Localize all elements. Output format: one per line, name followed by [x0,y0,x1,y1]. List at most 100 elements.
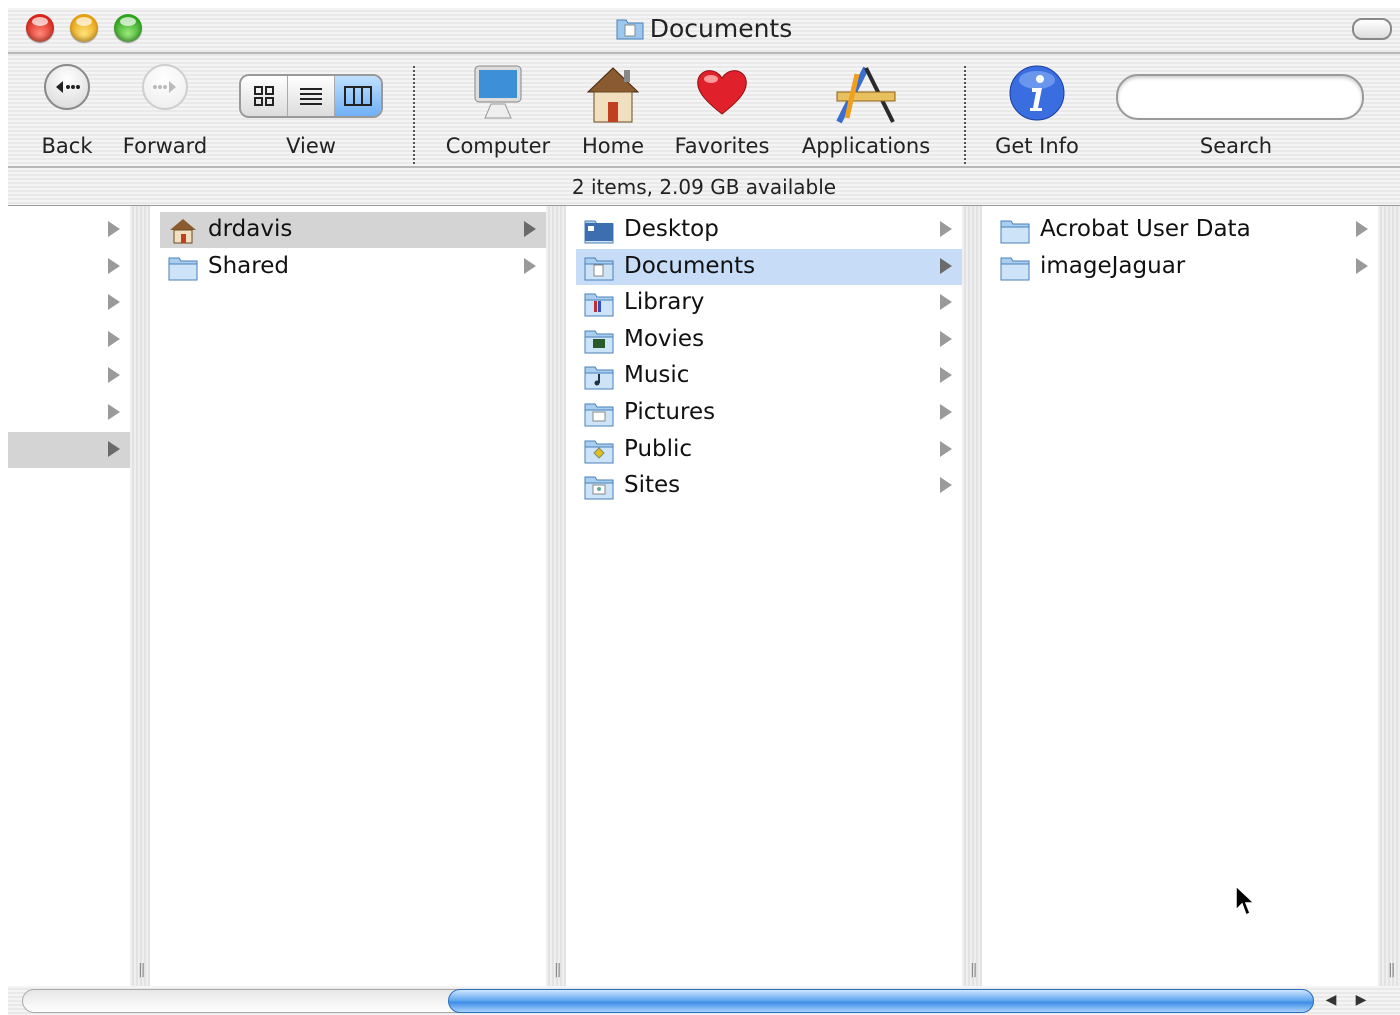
scroll-thumb[interactable] [448,989,1314,1013]
list-item[interactable] [8,431,130,468]
browser-column-root[interactable] [8,206,130,986]
list-view-icon[interactable] [288,76,335,116]
computer-icon [474,65,522,119]
toolbar-separator [964,66,966,168]
disclosure-arrow-icon [108,221,120,237]
computer-label: Computer [445,134,551,158]
window-title-text: Documents [649,14,793,43]
column-view-icon[interactable] [335,76,381,116]
item-name: Shared [208,252,289,279]
search-input[interactable] [1116,74,1364,120]
back-arrow-icon [44,64,90,110]
horizontal-scrollbar[interactable]: ◀ ▶ [8,986,1400,1015]
icon-view-icon[interactable] [241,76,288,116]
get-info-label: Get Info [995,134,1079,158]
toolbar-toggle-button[interactable] [1352,18,1392,40]
disclosure-arrow-icon [524,221,536,237]
applications-label: Applications [801,134,931,158]
back-label: Back [41,134,93,158]
item-name: Sites [624,472,681,499]
disclosure-arrow-icon [940,477,952,494]
item-name: Desktop [624,216,719,242]
column-resize-gutter[interactable]: || [1378,206,1400,986]
disclosure-arrow-icon [1356,257,1368,274]
list-item[interactable]: drdavis [160,212,546,248]
list-item[interactable]: Library [576,285,962,321]
disclosure-arrow-icon [108,367,120,384]
disclosure-arrow-icon [940,221,952,237]
browser-column-users[interactable]: drdavis Shared [160,206,546,986]
disclosure-arrow-icon [940,367,952,384]
info-icon [1009,65,1065,121]
list-item[interactable] [8,249,130,285]
disclosure-arrow-icon [108,257,120,274]
item-name: imageJaguar [1040,252,1186,279]
item-name: Library [624,289,705,316]
status-bar: 2 items, 2.09 GB available [571,175,837,199]
item-name: Movies [624,325,705,352]
heart-icon [697,70,747,115]
list-item[interactable]: Acrobat User Data [992,212,1378,248]
list-item[interactable] [8,395,130,431]
list-item[interactable]: Public [576,432,962,468]
item-name: Documents [624,252,756,279]
window-title: Documents [8,14,1400,43]
scroll-right-arrow-icon[interactable]: ▶ [1348,989,1374,1011]
applications-icon [836,66,896,124]
home-label: Home [581,134,644,158]
search-label: Search [1199,134,1273,158]
pictures-folder-icon [584,403,614,427]
item-name: Acrobat User Data [1040,216,1251,242]
browser-column-home[interactable]: Desktop Documents Library Movies Music Pictur… [576,206,962,986]
list-item[interactable]: Pictures [576,395,962,431]
library-folder-icon [584,293,614,317]
favorites-label: Favorites [674,134,770,158]
disclosure-arrow-icon [940,440,952,457]
disclosure-arrow-icon [108,294,120,311]
toolbar-divider [8,166,1400,168]
column-resize-gutter[interactable]: || [546,206,566,986]
toolbar-separator [413,66,415,168]
list-item[interactable]: Music [576,358,962,394]
scroll-left-arrow-icon[interactable]: ◀ [1318,989,1344,1011]
public-folder-icon [584,440,614,464]
home-icon [170,219,196,244]
forward-label: Forward [122,134,208,158]
disclosure-arrow-icon [940,330,952,347]
column-resize-gutter[interactable]: || [962,206,982,986]
toolbar: Back Forward View Computer Home Favorite… [8,54,1400,168]
list-item[interactable] [8,358,130,394]
folder-icon [168,257,198,281]
list-item[interactable]: Documents [576,248,962,285]
browser-column-documents[interactable]: Acrobat User Data imageJaguar [992,206,1378,986]
title-bar[interactable]: Documents [8,8,1400,52]
desktop-folder-icon [584,220,614,244]
list-item[interactable] [8,322,130,358]
list-item[interactable]: Sites [576,468,962,504]
documents-folder-icon [584,257,614,281]
list-item[interactable]: Movies [576,322,962,358]
home-icon [586,67,640,123]
disclosure-arrow-icon [108,330,120,347]
disclosure-arrow-icon [108,440,120,457]
documents-folder-icon [616,19,644,40]
list-item[interactable] [8,285,130,321]
mouse-pointer-icon [1235,884,1256,917]
finder-window: Documents Back Forward View Computer Hom… [8,8,1400,1015]
column-browser: || drdavis Shared || Desktop Documents Libr… [8,206,1400,986]
view-label: View [286,134,336,158]
sites-folder-icon [584,476,614,500]
disclosure-arrow-icon [940,294,952,311]
column-resize-gutter[interactable]: || [130,206,150,986]
list-item[interactable]: Desktop [576,212,962,248]
item-name: Pictures [624,399,716,425]
movies-folder-icon [584,330,614,354]
item-name: Public [624,435,693,462]
disclosure-arrow-icon [1356,221,1368,237]
list-item[interactable]: imageJaguar [992,249,1378,285]
list-item[interactable]: Shared [160,249,546,285]
folder-icon [1000,220,1030,244]
list-item[interactable] [8,212,130,248]
disclosure-arrow-icon [940,404,952,420]
disclosure-arrow-icon [940,257,952,274]
